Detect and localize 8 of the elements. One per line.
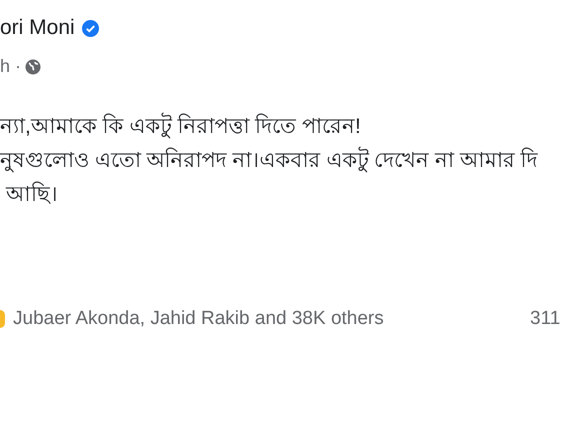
reactions-summary[interactable]: Jubaer Akonda, Jahid Rakib and 38K others [13,308,530,330]
post-text-line: নুষগুলোও এতো অনিরাপদ না।একবার একটু দেখেন না আমার দি [0,149,538,172]
post-text-line: আছি। [4,183,58,206]
author-name[interactable]: ori Moni [0,14,75,42]
post-text-line: ন্যা,আমাকে কি একটু নিরাপত্তা দিতে পারেন! [0,115,361,138]
post-time[interactable]: h · [0,56,22,77]
comment-count[interactable]: 311 [530,308,561,330]
globe-icon[interactable] [25,58,42,74]
